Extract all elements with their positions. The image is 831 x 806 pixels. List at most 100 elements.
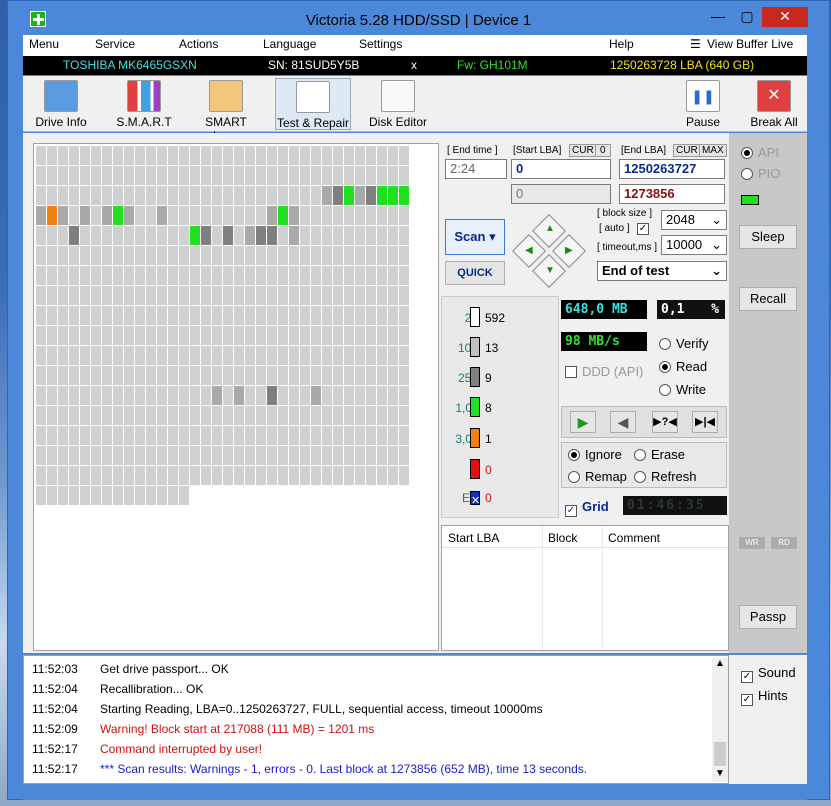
end-cur-button[interactable]: CUR	[673, 144, 701, 157]
view-buffer-live-button[interactable]: View Buffer Live	[707, 37, 793, 51]
menu-item-language[interactable]: Language	[263, 37, 316, 51]
scan-block-cell	[190, 206, 200, 225]
menu-item-menu[interactable]: Menu	[29, 37, 59, 51]
menu-item-help[interactable]: Help	[609, 37, 634, 51]
smart-logs-button[interactable]: SMART Logs	[191, 78, 261, 143]
hints-checkbox[interactable]: ✓ Hints	[741, 688, 788, 706]
scan-block-cell	[179, 326, 189, 345]
scan-block-cell	[333, 346, 343, 365]
end-mode-select[interactable]: End of test ⌄	[597, 261, 727, 281]
butterfly-button[interactable]: ▶|◀	[692, 411, 718, 433]
log-scrollbar[interactable]: ▲ ▼	[712, 658, 728, 782]
minimize-button[interactable]: —	[705, 7, 731, 27]
scan-block-cell	[36, 366, 46, 385]
scan-block-cell	[146, 386, 156, 405]
pause-button[interactable]: ❚❚ Pause	[679, 78, 727, 130]
passport-button[interactable]: Passp	[739, 605, 797, 629]
scan-block-cell	[157, 306, 167, 325]
verify-radio[interactable]: Verify	[659, 336, 709, 351]
test-repair-button[interactable]: Test & Repair	[275, 78, 351, 130]
scan-block-cell	[234, 226, 244, 245]
timeout-select[interactable]: 10000 ⌄	[661, 235, 727, 255]
column-start-lba[interactable]: Start LBA	[448, 531, 499, 545]
scan-block-cell	[58, 406, 68, 425]
scan-block-cell	[91, 226, 101, 245]
scan-block-cell	[355, 346, 365, 365]
close-drive-x[interactable]: x	[411, 58, 417, 72]
sound-checkbox[interactable]: ✓ Sound	[741, 665, 796, 683]
block-size-select[interactable]: 2048 ⌄	[661, 210, 727, 230]
menu-item-actions[interactable]: Actions	[179, 37, 218, 51]
scan-block-cell	[190, 226, 200, 245]
smart-button[interactable]: S.M.A.R.T	[111, 78, 177, 130]
random-button[interactable]: ▶?◀	[652, 411, 678, 433]
scan-block-cell	[36, 426, 46, 445]
legend-count: 592	[485, 311, 506, 325]
legend-count: 13	[485, 341, 499, 355]
scan-block-cell	[212, 186, 222, 205]
break-all-button[interactable]: ✕ Break All	[745, 78, 803, 130]
disk-editor-button[interactable]: Disk Editor	[367, 78, 429, 130]
auto-checkbox[interactable]: ✓	[637, 223, 649, 235]
right-icon: ▶	[565, 245, 573, 256]
rewind-button[interactable]: ◀	[610, 411, 636, 433]
start-cur-button[interactable]: CUR	[569, 144, 597, 157]
start-lba-field[interactable]: 0	[511, 159, 611, 179]
pause-label: Pause	[685, 115, 721, 129]
drive-info-button[interactable]: Drive Info	[29, 78, 93, 130]
recall-button[interactable]: Recall	[739, 287, 797, 311]
api-radio[interactable]: API	[741, 145, 779, 160]
refresh-radio[interactable]: Refresh	[634, 469, 697, 484]
erase-radio[interactable]: Erase	[634, 447, 685, 462]
scan-block-cell	[168, 266, 178, 285]
scan-block-cell	[355, 426, 365, 445]
menu-item-settings[interactable]: Settings	[359, 37, 402, 51]
scan-block-cell	[289, 286, 299, 305]
end-lba-field[interactable]: 1250263727	[619, 159, 725, 179]
pause-icon: ❚❚	[686, 80, 720, 112]
scan-button[interactable]: Scan ▾	[445, 219, 505, 255]
quick-button[interactable]: QUICK	[445, 261, 505, 285]
scan-block-cell	[201, 206, 211, 225]
scan-block-cell	[256, 366, 266, 385]
scroll-thumb[interactable]	[714, 742, 726, 766]
scan-block-cell	[278, 466, 288, 485]
end-max-button[interactable]: MAX	[699, 144, 727, 157]
write-radio[interactable]: Write	[659, 382, 706, 397]
scan-block-cell	[113, 226, 123, 245]
scan-block-cell	[245, 426, 255, 445]
scan-block-cell	[36, 486, 46, 505]
scan-block-cell	[300, 366, 310, 385]
scan-block-cell	[311, 286, 321, 305]
end-time-field[interactable]: 2:24	[445, 159, 507, 179]
read-radio[interactable]: Read	[659, 359, 707, 374]
event-log: 11:52:03 Get drive passport... OK 11:52:04…	[23, 655, 729, 784]
remap-radio[interactable]: Remap	[568, 469, 627, 484]
menu-item-service[interactable]: Service	[95, 37, 135, 51]
close-button[interactable]: ✕	[762, 7, 808, 27]
pio-radio[interactable]: PIO	[741, 166, 780, 181]
play-button[interactable]: ▶	[570, 411, 596, 433]
grid-checkbox[interactable]: ✓ Grid	[565, 499, 609, 517]
scan-block-cell	[135, 306, 145, 325]
ignore-radio[interactable]: Ignore	[568, 447, 622, 462]
scan-block-cell	[366, 226, 376, 245]
scan-block-cell	[80, 406, 90, 425]
sleep-button[interactable]: Sleep	[739, 225, 797, 249]
column-comment[interactable]: Comment	[608, 531, 660, 545]
scan-block-cell	[333, 226, 343, 245]
scan-block-cell	[80, 206, 90, 225]
start-lba-label: [Start LBA]	[513, 145, 562, 156]
chevron-down-icon: ⌄	[711, 237, 722, 252]
scan-block-cell	[201, 466, 211, 485]
maximize-button[interactable]: ▢	[734, 7, 760, 27]
start-zero-button[interactable]: 0	[595, 144, 611, 157]
scroll-down-icon[interactable]: ▼	[712, 768, 728, 782]
scroll-up-icon[interactable]: ▲	[712, 658, 728, 672]
scan-block-cell	[377, 266, 387, 285]
scan-block-cell	[179, 366, 189, 385]
log-time: 11:52:04	[32, 682, 78, 696]
ddd-api-checkbox[interactable]: DDD (API)	[565, 364, 643, 379]
scan-block-cell	[69, 306, 79, 325]
column-block[interactable]: Block	[548, 531, 577, 545]
